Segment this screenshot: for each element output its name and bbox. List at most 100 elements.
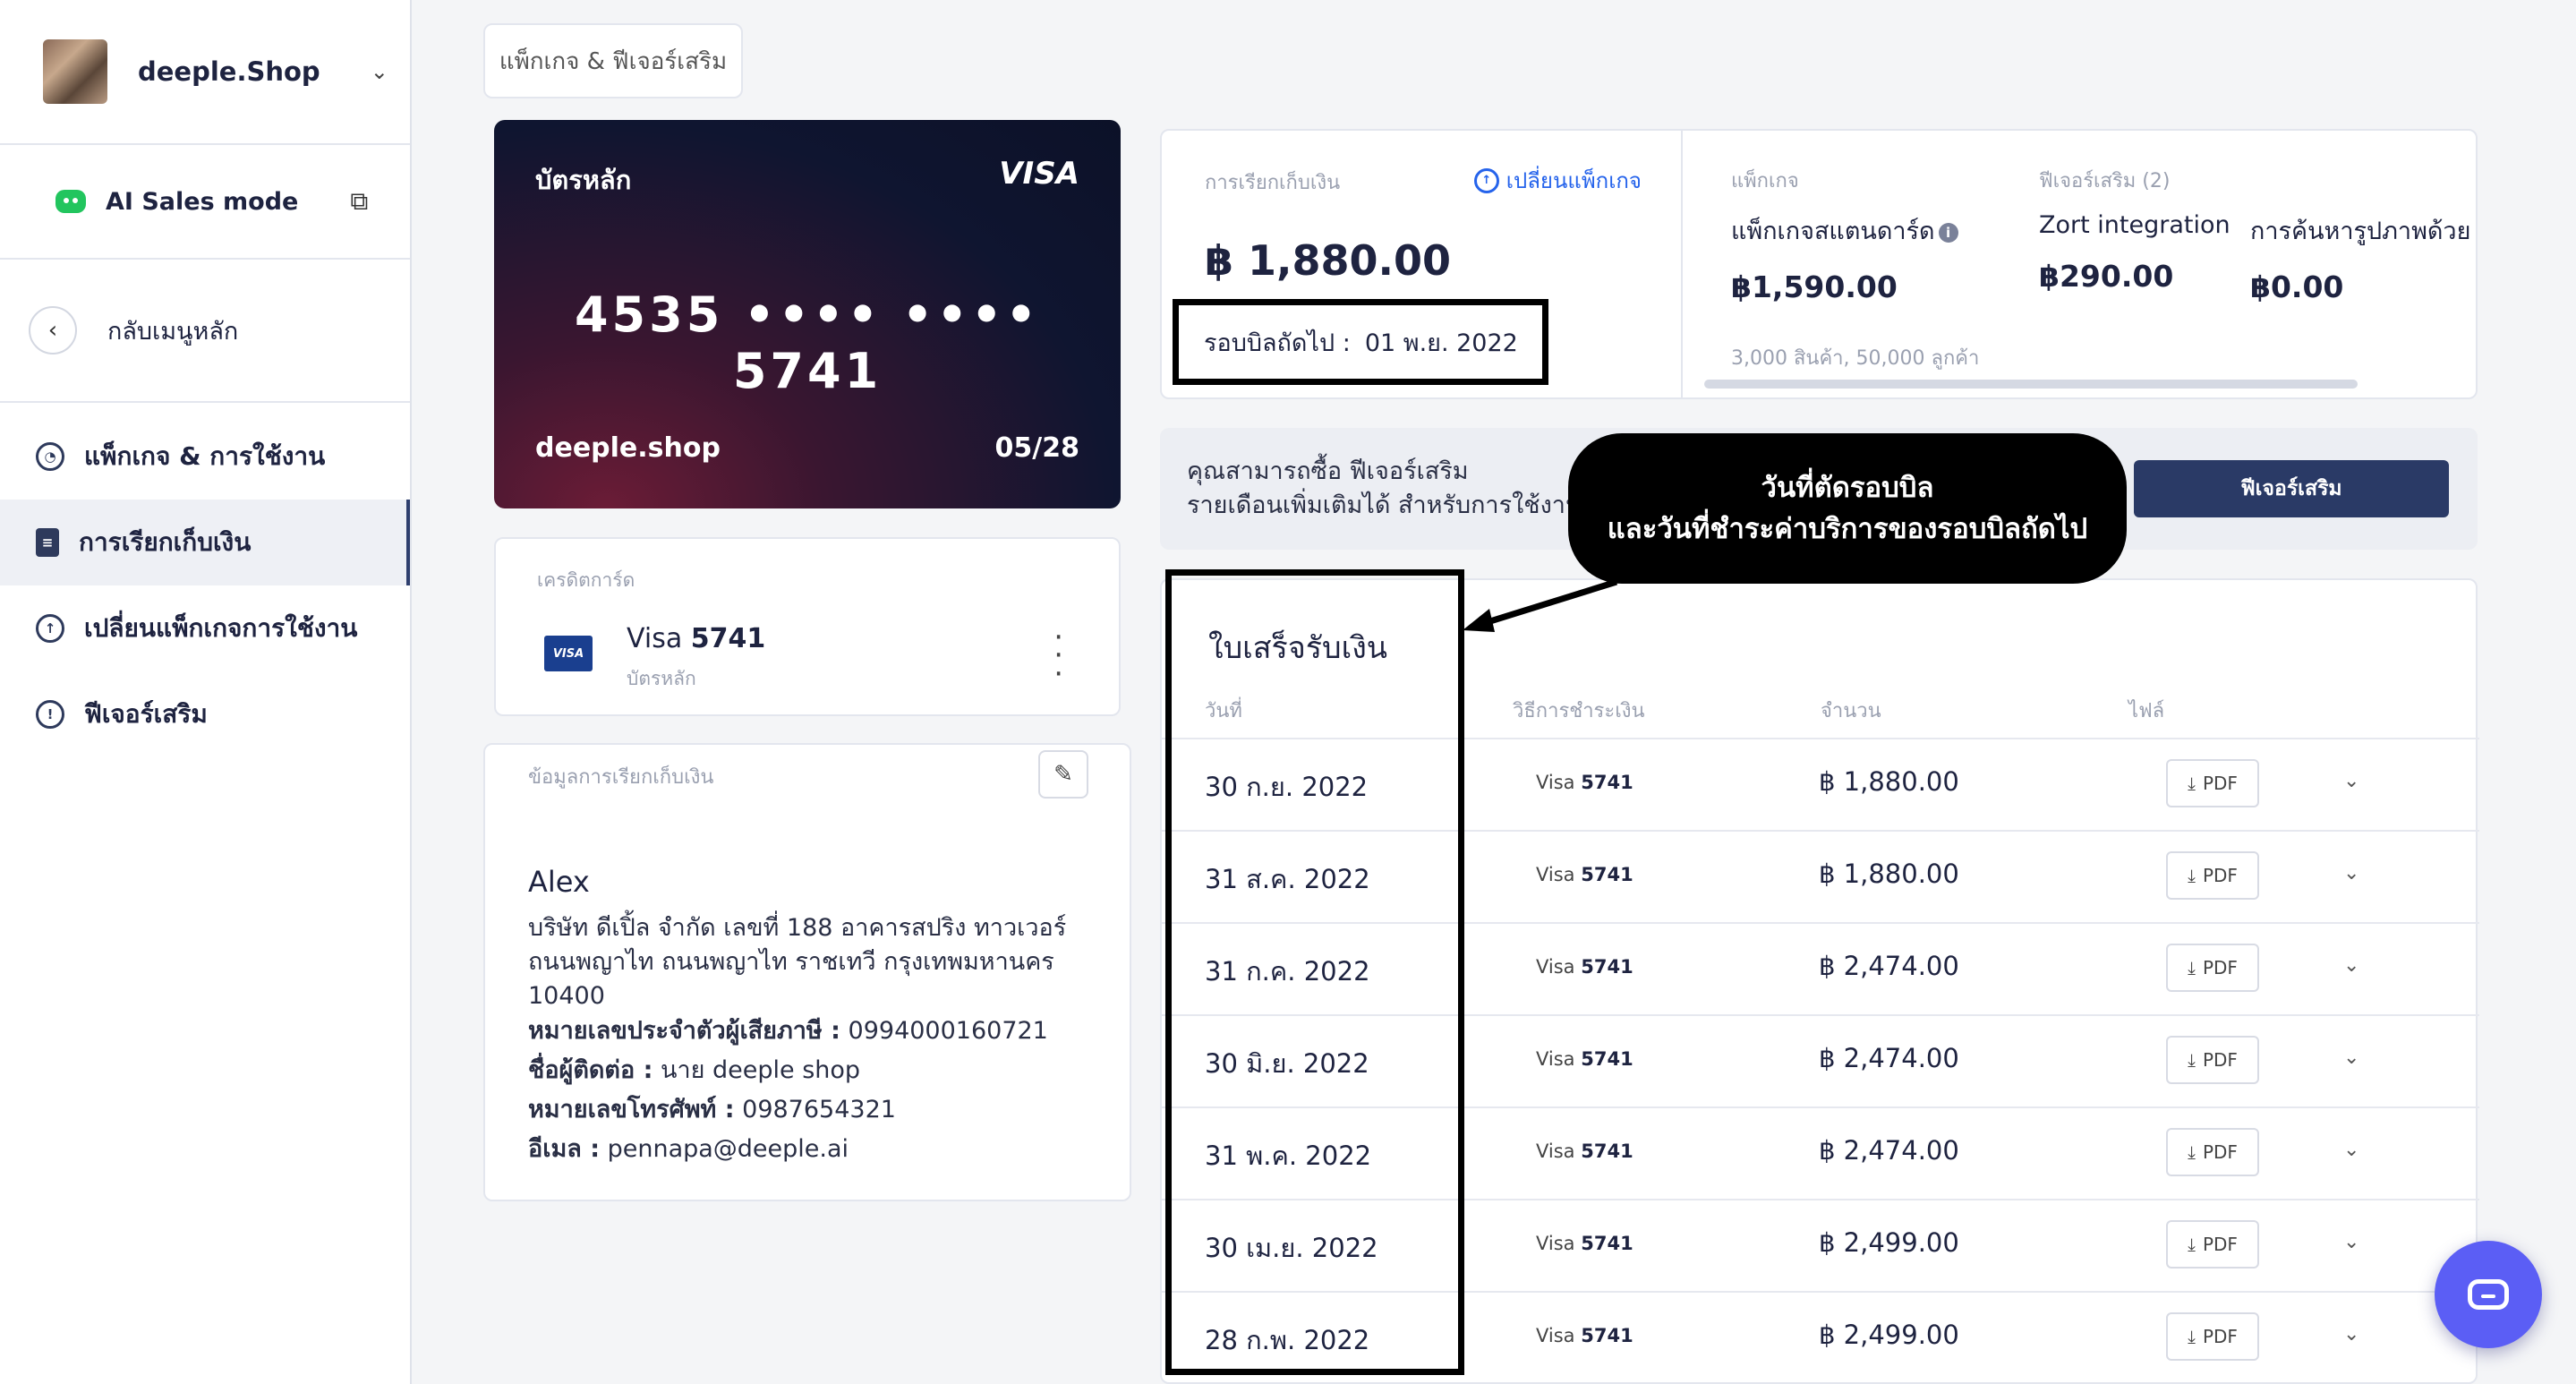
ai-sales-mode-link[interactable]: AI Sales mode ⧉ — [0, 145, 410, 260]
card-last4: 5741 — [690, 623, 766, 654]
sidebar-item-label: การเรียกเก็บเงิน — [79, 527, 252, 557]
download-pdf-button[interactable]: ⤓ PDF — [2166, 1128, 2259, 1176]
addon-column-2: การค้นหารูปภาพด้วย AI ฿0.00 — [2250, 165, 2478, 304]
next-cycle-date: 01 พ.ย. 2022 — [1364, 329, 1518, 357]
shop-name: deeple.Shop — [138, 56, 320, 87]
download-pdf-button[interactable]: ⤓ PDF — [2166, 851, 2259, 900]
billing-label: การเรียกเก็บเงิน — [1205, 172, 1341, 194]
shop-avatar — [43, 39, 107, 104]
addon1-price: ฿290.00 — [2039, 259, 2174, 294]
sidebar-item-label: ฟีเจอร์เสริม — [84, 699, 208, 729]
billing-summary: การเรียกเก็บเงิน ↑ เปลี่ยนแพ็กเกจ ฿ 1,88… — [1160, 129, 2478, 399]
phone-line: หมายเลขโทรศัพท์ : 0987654321 — [528, 1090, 1048, 1130]
more-options-icon[interactable]: · · · — [1053, 622, 1063, 689]
receipts-title: ใบเสร็จรับเงิน — [1208, 630, 1388, 666]
addon2-price: ฿0.00 — [2250, 269, 2344, 304]
method-brand: Visa — [1536, 772, 1575, 793]
method-brand: Visa — [1536, 1325, 1575, 1346]
download-pdf-button[interactable]: ⤓ PDF — [2166, 1312, 2259, 1361]
chat-button[interactable] — [2435, 1241, 2542, 1348]
visa-icon: VISA — [544, 636, 593, 671]
horizontal-scrollbar[interactable] — [1704, 380, 2358, 389]
tab-package-addons[interactable]: แพ็กเกจ & ฟีเจอร์เสริม — [483, 23, 743, 98]
download-icon: ⤓ — [2188, 773, 2196, 794]
receipt-date: 31 ก.ค. 2022 — [1205, 956, 1370, 987]
download-icon: ⤓ — [2188, 1049, 2196, 1071]
download-pdf-button[interactable]: ⤓ PDF — [2166, 944, 2259, 992]
chevron-down-icon[interactable]: ⌄ — [2343, 954, 2359, 977]
download-pdf-button[interactable]: ⤓ PDF — [2166, 1036, 2259, 1084]
addon-icon: ! — [36, 700, 64, 729]
invoice-icon: ≡ — [36, 528, 59, 557]
next-billing-cycle: รอบบิลถัดไป : 01 พ.ย. 2022 — [1173, 299, 1548, 385]
receipt-amount: ฿ 2,499.00 — [1819, 1320, 1959, 1350]
method-last4: 5741 — [1581, 1141, 1633, 1162]
sidebar-item-package-usage[interactable]: ◔ แพ็กเกจ & การใช้งาน — [0, 414, 410, 500]
sidebar-item-billing[interactable]: ≡ การเรียกเก็บเงิน — [0, 500, 410, 585]
addon-column-1: ฟีเจอร์เสริม (2) Zort integration ฿290.0… — [2039, 165, 2231, 294]
sidebar-item-change-package[interactable]: ↑ เปลี่ยนแพ็กเกจการใช้งาน — [0, 585, 410, 671]
download-icon: ⤓ — [2188, 1141, 2196, 1163]
chevron-down-icon[interactable]: ⌄ — [2343, 862, 2359, 884]
next-cycle-label: รอบบิลถัดไป : — [1204, 329, 1351, 357]
chevron-down-icon[interactable]: ⌄ — [2343, 770, 2359, 792]
receipt-amount: ฿ 1,880.00 — [1819, 859, 1959, 889]
download-icon: ⤓ — [2188, 865, 2196, 886]
chevron-down-icon[interactable]: ⌄ — [371, 59, 388, 84]
table-row[interactable]: 31 ก.ค. 2022 Visa 5741 ฿ 2,474.00 ⤓ PDF ⌄ — [1162, 922, 2479, 1014]
card-number: 4535 •••• •••• 5741 — [574, 286, 1040, 399]
tax-id-line: หมายเลขประจำตัวผู้เสียภาษี : 09940001607… — [528, 1012, 1048, 1051]
table-row[interactable]: 31 พ.ค. 2022 Visa 5741 ฿ 2,474.00 ⤓ PDF ⌄ — [1162, 1106, 2479, 1199]
upgrade-icon: ↑ — [1473, 167, 1499, 193]
back-to-main-menu[interactable]: ‹ กลับเมนูหลัก — [0, 260, 410, 403]
promo-text: คุณสามารถซื้อ ฟีเจอร์เสริม รายเดือนเพิ่ม… — [1187, 455, 1582, 523]
table-row[interactable]: 28 ก.พ. 2022 Visa 5741 ฿ 2,499.00 ⤓ PDF ⌄ — [1162, 1291, 2479, 1383]
card-subtitle: บัตรหลัก — [627, 668, 696, 689]
receipt-date: 30 เม.ย. 2022 — [1205, 1233, 1378, 1263]
shop-switcher[interactable]: deeple.Shop ⌄ — [0, 0, 410, 145]
table-row[interactable]: 30 เม.ย. 2022 Visa 5741 ฿ 2,499.00 ⤓ PDF … — [1162, 1199, 2479, 1291]
package-area: แพ็กเกจ แพ็กเกจสแตนดาร์ด i ฿1,590.00 ฟีเจ… — [1704, 131, 2478, 397]
table-row[interactable]: 31 ส.ค. 2022 Visa 5741 ฿ 1,880.00 ⤓ PDF ⌄ — [1162, 830, 2479, 922]
addon2-name: การค้นหารูปภาพด้วย AI — [2250, 218, 2478, 245]
download-pdf-button[interactable]: ⤓ PDF — [2166, 759, 2259, 807]
header-file: ไฟล์ — [2128, 700, 2165, 722]
chevron-left-icon[interactable]: ‹ — [29, 306, 77, 355]
receipts-panel: ใบเสร็จรับเงิน วันที่ วิธีการชำระเงิน จำ… — [1160, 578, 2479, 1384]
sidebar-item-addons[interactable]: ! ฟีเจอร์เสริม — [0, 671, 410, 757]
receipt-method: Visa 5741 — [1536, 1141, 1633, 1162]
back-label: กลับเมนูหลัก — [107, 317, 239, 346]
receipt-amount: ฿ 2,474.00 — [1819, 1043, 1959, 1073]
tax-id-label: หมายเลขประจำตัวผู้เสียภาษี : — [528, 1017, 840, 1045]
upgrade-icon: ↑ — [36, 614, 64, 643]
ai-sales-mode-label: AI Sales mode — [106, 187, 299, 216]
billing-info-panel: ข้อมูลการเรียกเก็บเงิน ✎ Alex บริษัท ดีเ… — [483, 743, 1131, 1201]
method-brand: Visa — [1536, 1141, 1575, 1162]
download-pdf-button[interactable]: ⤓ PDF — [2166, 1220, 2259, 1269]
phone-label: หมายเลขโทรศัพท์ : — [528, 1096, 735, 1123]
pencil-icon: ✎ — [1053, 761, 1073, 788]
callout-bubble: วันที่ตัดรอบบิล และวันที่ชำระค่าบริการขอ… — [1568, 433, 2127, 584]
callout-arrow-icon — [1463, 578, 1618, 632]
package-column: แพ็กเกจ แพ็กเกจสแตนดาร์ด i ฿1,590.00 — [1731, 165, 1958, 304]
plan-name: แพ็กเกจสแตนดาร์ด — [1731, 218, 1935, 245]
callout-line-2: และวันที่ชำระค่าบริการของรอบบิลถัดไป — [1607, 513, 2088, 545]
chevron-down-icon[interactable]: ⌄ — [2343, 1231, 2359, 1253]
edit-billing-button[interactable]: ✎ — [1038, 750, 1088, 799]
addons-button[interactable]: ฟีเจอร์เสริม — [2134, 460, 2449, 517]
method-last4: 5741 — [1581, 1048, 1633, 1070]
contact-value: นาย deeple shop — [660, 1056, 861, 1084]
chevron-down-icon[interactable]: ⌄ — [2343, 1139, 2359, 1161]
card-holder: deeple.shop — [535, 432, 721, 464]
change-package-link[interactable]: ↑ เปลี่ยนแพ็กเกจ — [1473, 163, 1642, 198]
addon2-label-spacer — [2250, 165, 2478, 192]
external-link-icon[interactable]: ⧉ — [350, 186, 368, 217]
chevron-down-icon[interactable]: ⌄ — [2343, 1323, 2359, 1346]
chevron-down-icon[interactable]: ⌄ — [2343, 1047, 2359, 1069]
table-row[interactable]: 30 ก.ย. 2022 Visa 5741 ฿ 1,880.00 ⤓ PDF ⌄ — [1162, 738, 2479, 830]
table-row[interactable]: 30 มิ.ย. 2022 Visa 5741 ฿ 2,474.00 ⤓ PDF … — [1162, 1014, 2479, 1106]
sidebar-nav: ◔ แพ็กเกจ & การใช้งาน ≡ การเรียกเก็บเงิน… — [0, 403, 410, 757]
method-last4: 5741 — [1581, 772, 1633, 793]
info-icon[interactable]: i — [1938, 222, 1958, 243]
callout-line-1: วันที่ตัดรอบบิล — [1761, 472, 1934, 504]
